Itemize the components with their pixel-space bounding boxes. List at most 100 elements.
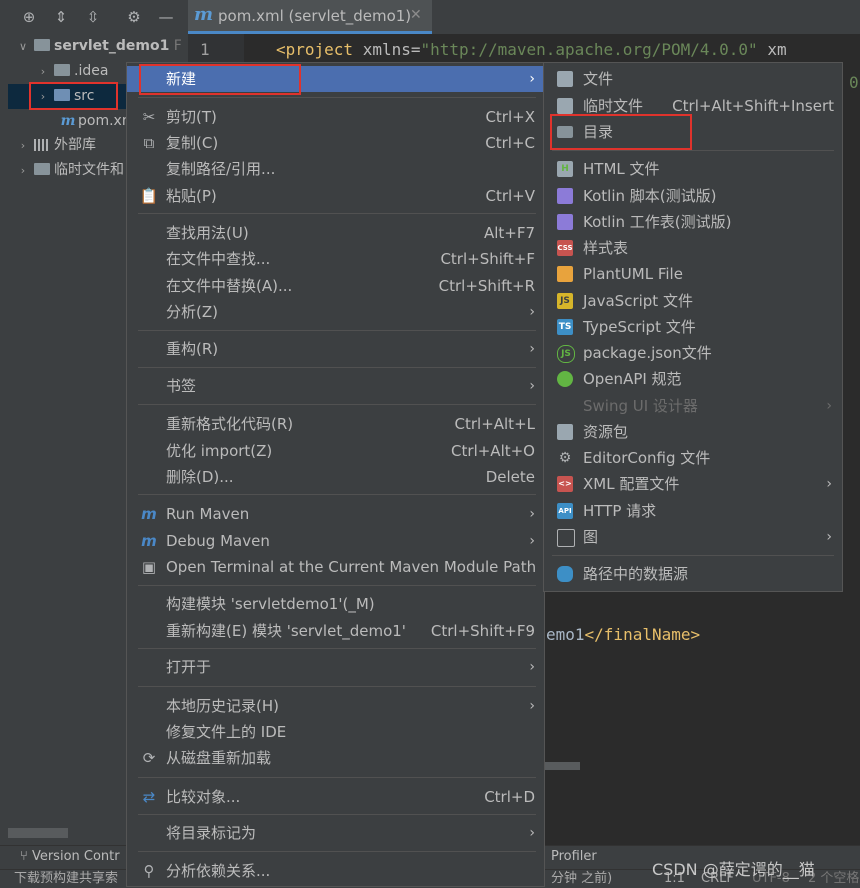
annotation-box-src: [29, 82, 118, 110]
folder-icon: [54, 64, 70, 76]
close-icon[interactable]: ✕: [410, 7, 422, 23]
submenu-item-stylesheet[interactable]: CSS 样式表: [544, 235, 842, 261]
menu-item-run-maven[interactable]: m Run Maven ›: [127, 501, 544, 527]
tab-label: pom.xml (servlet_demo1): [218, 7, 412, 25]
tree-item-label: 外部库: [54, 137, 96, 153]
kotlin-script-icon: [557, 188, 573, 204]
openapi-icon: [557, 371, 573, 387]
module-folder-icon: [34, 39, 50, 51]
hide-icon[interactable]: —: [157, 8, 175, 26]
chevron-down-icon[interactable]: ∨: [16, 34, 30, 59]
menu-item-copy[interactable]: ⧉ 复制(C) Ctrl+C: [127, 130, 544, 156]
submenu-item-kotlin-worksheet[interactable]: Kotlin 工作表(测试版): [544, 209, 842, 235]
menu-item-delete[interactable]: 删除(D)... Delete: [127, 464, 544, 490]
submenu-item-http-request[interactable]: API HTTP 请求: [544, 498, 842, 524]
submenu-item-swing-ui[interactable]: Swing UI 设计器 ›: [544, 393, 842, 419]
plantuml-icon: [557, 266, 573, 282]
menu-item-optimize-imports[interactable]: 优化 import(Z) Ctrl+Alt+O: [127, 438, 544, 464]
submenu-item-html-file[interactable]: H HTML 文件: [544, 156, 842, 182]
menu-item-rebuild-module[interactable]: 重新构建(E) 模块 'servlet_demo1' Ctrl+Shift+F9: [127, 618, 544, 644]
submenu-item-openapi[interactable]: OpenAPI 规范: [544, 366, 842, 392]
locate-icon[interactable]: ⊕: [20, 8, 38, 26]
chevron-right-icon: ›: [826, 398, 832, 414]
dependency-icon: ⚲: [143, 862, 155, 880]
menu-item-open-terminal[interactable]: ▣ Open Terminal at the Current Maven Modu…: [127, 554, 544, 580]
gear-icon[interactable]: ⚙: [125, 8, 143, 26]
submenu-item-javascript[interactable]: JS JavaScript 文件: [544, 288, 842, 314]
menu-item-replace-in-files[interactable]: 在文件中替换(A)... Ctrl+Shift+R: [127, 273, 544, 299]
menu-item-reformat[interactable]: 重新格式化代码(R) Ctrl+Alt+L: [127, 411, 544, 437]
chevron-right-icon[interactable]: ›: [36, 59, 50, 84]
menu-item-compare-with[interactable]: ⇄ 比较对象... Ctrl+D: [127, 784, 544, 810]
editor-scrollbar[interactable]: [540, 762, 580, 770]
submenu-item-file[interactable]: 文件: [544, 66, 842, 92]
menu-item-build-module[interactable]: 构建模块 'servletdemo1'(_M): [127, 591, 544, 617]
submenu-item-diagram[interactable]: 图 ›: [544, 524, 842, 550]
code-final-name: emo1</finalName>: [546, 625, 701, 644]
chevron-right-icon: ›: [529, 341, 535, 357]
library-icon: [34, 139, 50, 151]
chevron-right-icon: ›: [529, 698, 535, 714]
menu-item-analyze-dependencies[interactable]: ⚲ 分析依赖关系...: [127, 858, 544, 884]
code-line-1: <project xmlns="http://maven.apache.org/…: [276, 40, 787, 59]
collapse-all-icon[interactable]: ⇳: [84, 8, 102, 26]
menu-item-repair-ide[interactable]: 修复文件上的 IDE: [127, 719, 544, 745]
menu-item-analyze[interactable]: 分析(Z) ›: [127, 299, 544, 325]
submenu-item-package-json[interactable]: JS package.json文件: [544, 340, 842, 366]
diagram-icon: [557, 529, 575, 547]
watermark: CSDN @薛定谔的__猫: [652, 860, 815, 879]
scratch-icon: [34, 163, 50, 175]
menu-item-find-usages[interactable]: 查找用法(U) Alt+F7: [127, 220, 544, 246]
menu-item-debug-maven[interactable]: m Debug Maven ›: [127, 528, 544, 554]
expand-all-icon[interactable]: ⇕: [52, 8, 70, 26]
chevron-right-icon: ›: [529, 533, 535, 549]
profiler-tab[interactable]: Profiler: [551, 849, 597, 864]
submenu-item-editorconfig[interactable]: ⚙ EditorConfig 文件: [544, 445, 842, 471]
annotation-box-directory: [550, 114, 692, 150]
reload-icon: ⟳: [142, 749, 156, 767]
menu-item-find-in-files[interactable]: 在文件中查找... Ctrl+Shift+F: [127, 246, 544, 272]
resource-bundle-icon: [557, 424, 573, 440]
xml-file-icon: <>: [557, 476, 573, 492]
project-scrollbar[interactable]: [8, 828, 68, 838]
chevron-right-icon[interactable]: ›: [16, 158, 30, 183]
maven-icon: m: [60, 113, 76, 129]
submenu-item-kotlin-script[interactable]: Kotlin 脚本(测试版): [544, 183, 842, 209]
menu-item-mark-directory-as[interactable]: 将目录标记为 ›: [127, 820, 544, 846]
menu-item-bookmarks[interactable]: 书签 ›: [127, 373, 544, 399]
submenu-item-resource-bundle[interactable]: 资源包: [544, 419, 842, 445]
menu-item-refactor[interactable]: 重构(R) ›: [127, 336, 544, 362]
debug-maven-icon: m: [141, 532, 157, 550]
chevron-right-icon: ›: [529, 378, 535, 394]
status-message[interactable]: 下载预构建共享索: [14, 870, 118, 888]
submenu-item-data-source[interactable]: 路径中的数据源: [544, 561, 842, 587]
annotation-box-new: [139, 64, 301, 95]
scratch-file-icon: [557, 98, 573, 114]
chevron-right-icon[interactable]: ›: [16, 133, 30, 158]
nodejs-icon: JS: [557, 345, 575, 363]
menu-item-reload-from-disk[interactable]: ⟳ 从磁盘重新加载: [127, 745, 544, 771]
version-control-tab[interactable]: ⑂ Version Contr: [20, 849, 120, 864]
kotlin-worksheet-icon: [557, 214, 573, 230]
menu-item-copy-path[interactable]: 复制路径/引用...: [127, 156, 544, 182]
database-icon: [557, 566, 573, 582]
gear-icon: ⚙: [558, 450, 572, 466]
maven-icon: m: [194, 4, 214, 25]
typescript-icon: TS: [557, 319, 573, 335]
chevron-right-icon: ›: [826, 529, 832, 545]
css-file-icon: CSS: [557, 240, 573, 256]
tree-item-servlet-demo1[interactable]: ∨ servlet_demo1 F: [8, 34, 188, 59]
scissors-icon: ✂: [142, 108, 156, 126]
menu-item-local-history[interactable]: 本地历史记录(H) ›: [127, 693, 544, 719]
menu-item-open-in[interactable]: 打开于 ›: [127, 654, 544, 680]
menu-item-cut[interactable]: ✂ 剪切(T) Ctrl+X: [127, 104, 544, 130]
submenu-item-typescript[interactable]: TS TypeScript 文件: [544, 314, 842, 340]
tree-item-path: F: [173, 38, 182, 54]
submenu-item-plantuml[interactable]: PlantUML File: [544, 261, 842, 287]
menu-item-paste[interactable]: 📋 粘贴(P) Ctrl+V: [127, 183, 544, 209]
status-time: 分钟 之前): [551, 871, 613, 886]
indent[interactable]: 2 个空格: [808, 870, 859, 888]
submenu-item-xml-config[interactable]: <> XML 配置文件 ›: [544, 471, 842, 497]
line-number: 1: [200, 40, 210, 59]
chevron-right-icon: ›: [826, 476, 832, 492]
